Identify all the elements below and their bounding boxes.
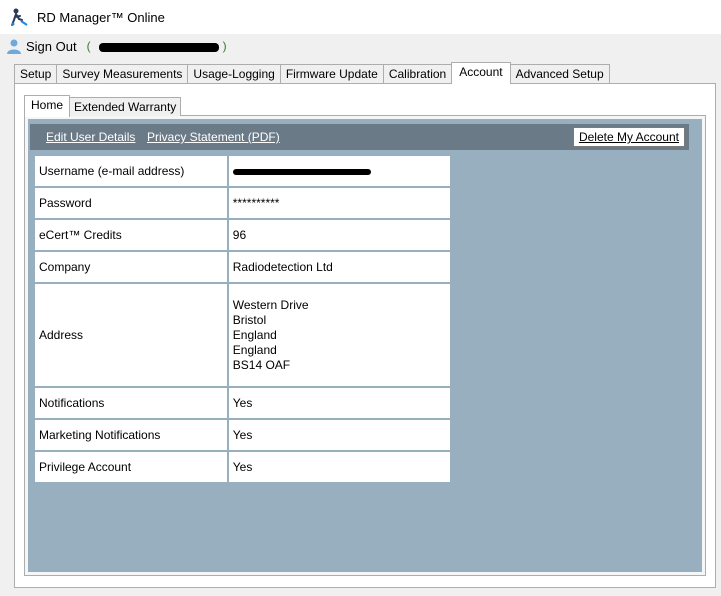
- title-bar: RD Manager™ Online: [0, 0, 721, 34]
- account-info-table: Username (e-mail address) Password *****…: [33, 154, 453, 484]
- main-tab-strip: Setup Survey Measurements Usage-Logging …: [14, 62, 610, 84]
- email-open-paren: (: [86, 39, 91, 53]
- privacy-statement-link[interactable]: Privacy Statement (PDF): [147, 130, 280, 144]
- address-line: Western Drive: [232, 297, 309, 312]
- home-tab-page: Edit User Details Privacy Statement (PDF…: [24, 115, 706, 576]
- user-icon: [7, 39, 21, 54]
- rd-manager-app-icon: [11, 8, 28, 26]
- table-row: Privilege Account Yes: [33, 450, 453, 484]
- table-row: Address Western Drive Bristol England En…: [33, 282, 453, 388]
- table-row: Company Radiodetection Ltd: [33, 250, 453, 284]
- tab-usage-logging[interactable]: Usage-Logging: [187, 64, 281, 83]
- username-label: Username (e-mail address): [33, 154, 229, 188]
- address-value: Western Drive Bristol England England BS…: [226, 282, 453, 388]
- marketing-notifications-label: Marketing Notifications: [33, 418, 229, 452]
- password-label: Password: [33, 186, 229, 220]
- table-row: Marketing Notifications Yes: [33, 418, 453, 452]
- address-line: BS14 OAF: [232, 357, 291, 372]
- inner-tab-strip: Home Extended Warranty: [24, 94, 182, 117]
- tab-calibration[interactable]: Calibration: [382, 64, 453, 83]
- edit-user-details-link[interactable]: Edit User Details: [46, 130, 135, 144]
- tab-home[interactable]: Home: [24, 95, 71, 117]
- sign-out-link[interactable]: Sign Out: [26, 39, 77, 54]
- window-title: RD Manager™ Online: [37, 9, 165, 25]
- email-close-paren: ): [222, 39, 227, 53]
- address-line: Bristol: [232, 312, 267, 327]
- notifications-value: Yes: [226, 386, 453, 420]
- account-panel: Edit User Details Privacy Statement (PDF…: [28, 119, 702, 572]
- table-row: Notifications Yes: [33, 386, 453, 420]
- password-value: **********: [226, 186, 453, 220]
- tab-setup[interactable]: Setup: [14, 64, 58, 83]
- notifications-label: Notifications: [33, 386, 229, 420]
- redacted-username: [232, 168, 371, 175]
- delete-account-button[interactable]: Delete My Account: [572, 127, 685, 147]
- tab-advanced-setup[interactable]: Advanced Setup: [509, 64, 610, 83]
- privilege-account-value: Yes: [226, 450, 453, 484]
- table-row: Username (e-mail address): [33, 154, 453, 188]
- address-label: Address: [33, 282, 229, 388]
- ecert-credits-value: 96: [226, 218, 453, 252]
- account-header-strip: Edit User Details Privacy Statement (PDF…: [30, 124, 689, 150]
- address-line: England: [232, 342, 277, 357]
- company-value: Radiodetection Ltd: [226, 250, 453, 284]
- tab-survey-measurements[interactable]: Survey Measurements: [56, 64, 189, 83]
- redaction-bar: [98, 43, 219, 52]
- sign-out-bar: Sign Out (): [0, 34, 721, 58]
- tab-firmware-update[interactable]: Firmware Update: [279, 64, 384, 83]
- privilege-account-label: Privilege Account: [33, 450, 229, 484]
- table-row: eCert™ Credits 96: [33, 218, 453, 252]
- marketing-notifications-value: Yes: [226, 418, 453, 452]
- company-label: Company: [33, 250, 229, 284]
- ecert-credits-label: eCert™ Credits: [33, 218, 229, 252]
- username-value: [226, 154, 453, 188]
- address-line: England: [232, 327, 277, 342]
- tab-extended-warranty[interactable]: Extended Warranty: [69, 97, 182, 116]
- signed-in-email: (): [87, 39, 227, 53]
- table-row: Password **********: [33, 186, 453, 220]
- tab-account[interactable]: Account: [451, 62, 511, 84]
